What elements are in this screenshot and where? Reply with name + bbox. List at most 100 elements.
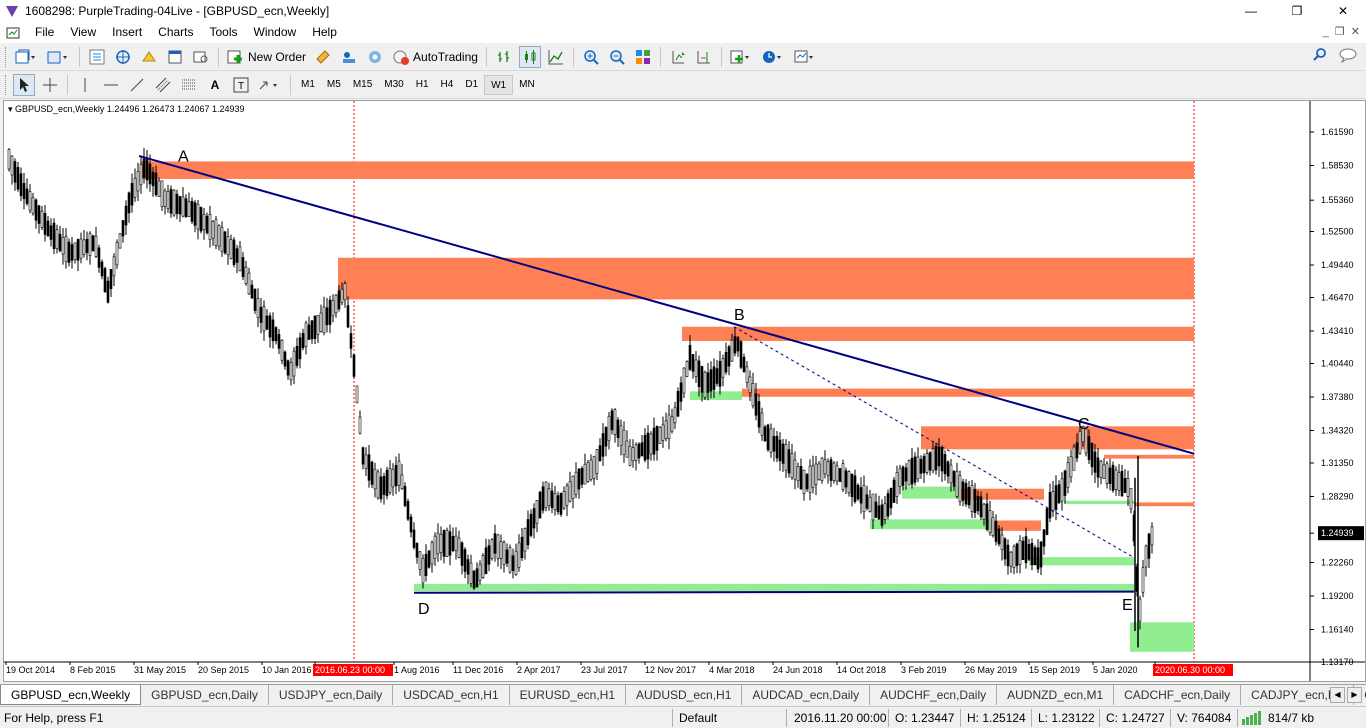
price-chart[interactable]: A B C D E 1.61590 1.58530 1.55360 1.52500 1.49440… xyxy=(4,101,1365,681)
candle-body xyxy=(808,465,812,493)
candle-body xyxy=(100,261,104,277)
crosshair-icon[interactable] xyxy=(39,74,61,96)
tab-scroll-right-icon[interactable]: ▶ xyxy=(1347,687,1362,703)
tab-usdcad-h1[interactable]: USDCAD_ecn,H1 xyxy=(393,685,510,705)
resistance-zone[interactable] xyxy=(1134,502,1194,507)
text-icon[interactable]: A xyxy=(204,74,226,96)
timeframe-h4[interactable]: H4 xyxy=(435,75,460,95)
text-label-icon[interactable]: T xyxy=(230,74,252,96)
vertical-line-icon[interactable] xyxy=(74,74,96,96)
bar-chart-icon[interactable] xyxy=(493,46,515,68)
candle-body xyxy=(706,372,710,393)
data-window-icon[interactable] xyxy=(112,46,134,68)
cursor-icon[interactable] xyxy=(13,73,35,96)
templates-button[interactable] xyxy=(792,46,820,68)
timeframe-d1[interactable]: D1 xyxy=(459,75,484,95)
candle-body xyxy=(352,354,356,377)
menu-tools[interactable]: Tools xyxy=(202,22,246,43)
timeframe-h1[interactable]: H1 xyxy=(410,75,435,95)
zoom-out-icon[interactable] xyxy=(606,46,628,68)
menu-insert[interactable]: Insert xyxy=(104,22,150,43)
resistance-zone[interactable] xyxy=(921,426,1194,450)
mdi-minimize-icon[interactable]: _ xyxy=(1323,22,1329,43)
menu-view[interactable]: View xyxy=(62,22,104,43)
support-zone[interactable] xyxy=(902,486,959,499)
menu-help[interactable]: Help xyxy=(304,22,345,43)
tab-audnzd-m1[interactable]: AUDNZD_ecn,M1 xyxy=(997,685,1115,705)
trendline-d-e[interactable] xyxy=(413,590,1135,594)
resistance-zone[interactable] xyxy=(1104,454,1194,459)
market-watch-icon[interactable] xyxy=(86,46,108,68)
timeframe-w1[interactable]: W1 xyxy=(484,74,514,95)
tab-cadchf-daily[interactable]: CADCHF_ecn,Daily xyxy=(1114,685,1242,705)
resistance-zone[interactable] xyxy=(682,326,1194,341)
menu-charts[interactable]: Charts xyxy=(150,22,201,43)
candlestick-icon[interactable] xyxy=(518,45,541,68)
tab-audchf-daily[interactable]: AUDCHF_ecn,Daily xyxy=(870,685,998,705)
tab-gbpusd-daily[interactable]: GBPUSD_ecn,Daily xyxy=(141,685,269,705)
terminal-icon[interactable] xyxy=(164,46,186,68)
support-zone[interactable] xyxy=(1029,557,1134,566)
timeframe-mn[interactable]: MN xyxy=(513,75,541,95)
y-tick-label: 1.61590 xyxy=(1321,127,1354,137)
line-chart-icon[interactable] xyxy=(545,46,567,68)
resistance-zone[interactable] xyxy=(994,520,1041,531)
candle-body xyxy=(127,192,131,214)
candle-body xyxy=(976,495,980,512)
tab-eurusd-h1[interactable]: EURUSD_ecn,H1 xyxy=(510,685,626,705)
timeframe-m1[interactable]: M1 xyxy=(295,75,321,95)
signals-icon[interactable] xyxy=(338,46,360,68)
mdi-close-icon[interactable]: ✕ xyxy=(1351,22,1360,43)
trendline-a-c[interactable] xyxy=(138,155,1195,455)
fibonacci-icon[interactable] xyxy=(178,74,200,96)
chart-shift-icon[interactable] xyxy=(693,46,715,68)
support-zone[interactable] xyxy=(870,519,994,530)
trendline-icon[interactable] xyxy=(126,74,148,96)
tab-audusd-h1[interactable]: AUDUSD_ecn,H1 xyxy=(626,685,743,705)
metaeditor-icon[interactable] xyxy=(312,46,334,68)
periods-button[interactable] xyxy=(760,46,788,68)
tab-usdjpy-daily[interactable]: USDJPY_ecn,Daily xyxy=(269,685,394,705)
zoom-in-icon[interactable] xyxy=(580,46,602,68)
community-icon[interactable] xyxy=(364,46,386,68)
candle-body xyxy=(925,453,929,473)
tab-scroll-left-icon[interactable]: ◀ xyxy=(1330,687,1345,703)
timeframe-m5[interactable]: M5 xyxy=(321,75,347,95)
menu-file[interactable]: File xyxy=(27,22,62,43)
drawing-toolbar: A T M1 M5 M15 M30 H1 H4 D1 W1 MN xyxy=(0,71,1366,99)
autotrading-button[interactable]: AutoTrading xyxy=(390,46,480,68)
strategy-tester-icon[interactable] xyxy=(190,46,212,68)
maximize-button[interactable]: ❐ xyxy=(1274,0,1320,22)
chat-icon[interactable] xyxy=(1338,47,1358,63)
arrows-dropdown-icon[interactable] xyxy=(256,74,284,96)
profiles-button[interactable] xyxy=(45,46,73,68)
tab-audcad-daily[interactable]: AUDCAD_ecn,Daily xyxy=(742,685,871,705)
auto-scroll-icon[interactable] xyxy=(667,46,689,68)
menu-window[interactable]: Window xyxy=(246,22,305,43)
candle-body xyxy=(409,516,413,533)
close-button[interactable]: ✕ xyxy=(1320,0,1366,22)
support-zone[interactable] xyxy=(690,391,742,401)
tile-windows-icon[interactable] xyxy=(632,46,654,68)
new-chart-button[interactable] xyxy=(13,46,41,68)
support-zone[interactable] xyxy=(414,583,1134,592)
chart-window[interactable]: ▾ GBPUSD_ecn,Weekly 1.24496 1.26473 1.24… xyxy=(3,100,1366,682)
mdi-restore-icon[interactable]: ❐ xyxy=(1335,22,1345,43)
chart-window-icon[interactable] xyxy=(6,26,20,40)
resistance-zone[interactable] xyxy=(141,161,1194,179)
new-order-button[interactable]: New Order xyxy=(225,46,308,68)
indicators-button[interactable] xyxy=(728,46,756,68)
resistance-zone[interactable] xyxy=(338,257,1194,300)
tab-gbpusd-weekly[interactable]: GBPUSD_ecn,Weekly xyxy=(0,685,142,705)
standard-toolbar: New Order AutoTrading xyxy=(0,43,1366,71)
candle-body xyxy=(481,555,485,578)
channel-icon[interactable] xyxy=(152,74,174,96)
timeframe-m15[interactable]: M15 xyxy=(347,75,378,95)
navigator-icon[interactable] xyxy=(138,46,160,68)
horizontal-line-icon[interactable] xyxy=(100,74,122,96)
timeframe-m30[interactable]: M30 xyxy=(378,75,409,95)
search-icon[interactable] xyxy=(1312,47,1328,63)
candle-body xyxy=(433,535,437,559)
support-zone[interactable] xyxy=(1064,500,1134,505)
minimize-button[interactable]: — xyxy=(1228,0,1274,22)
